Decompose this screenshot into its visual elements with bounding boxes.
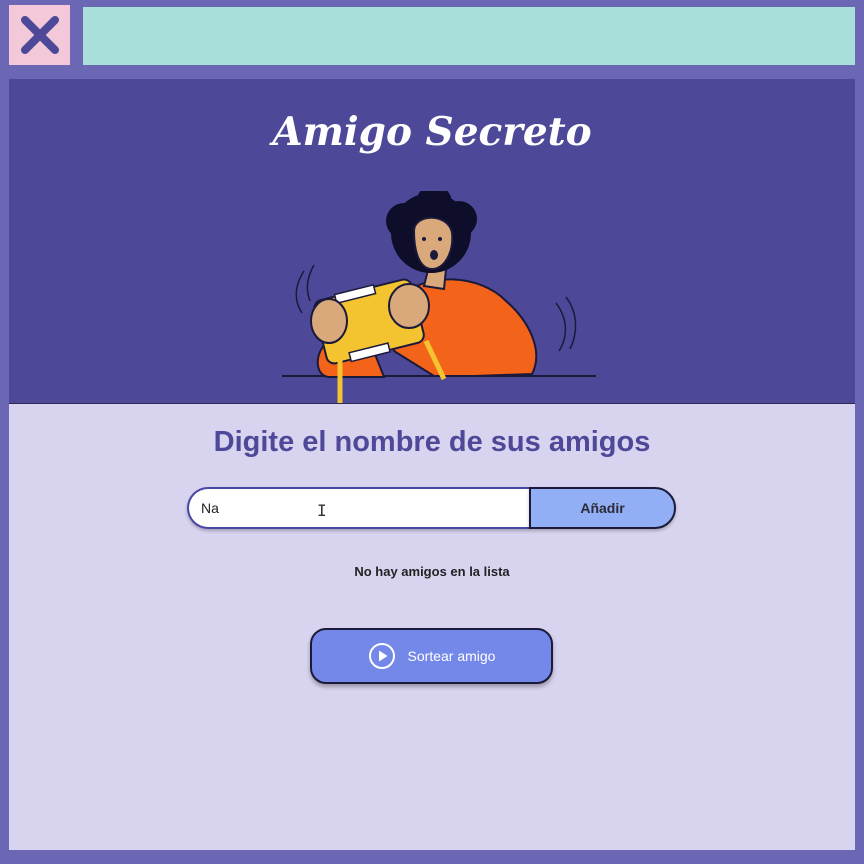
add-friend-button[interactable]: Añadir — [529, 487, 676, 529]
draw-button-label: Sortear amigo — [407, 648, 496, 664]
section-subtitle: Digite el nombre de sus amigos — [213, 426, 651, 458]
app-window: Amigo Secreto Digite el nombre de sus am… — [9, 79, 855, 850]
text-cursor-icon: I — [317, 501, 327, 520]
play-circle-icon — [368, 643, 395, 669]
person-gaming-illustration — [282, 191, 596, 403]
close-x-icon — [20, 16, 59, 54]
page-title: Amigo Secreto — [272, 109, 592, 155]
friend-name-input[interactable] — [187, 487, 529, 529]
draw-friend-button[interactable]: Sortear amigo — [310, 628, 553, 684]
friend-list-empty-message: No hay amigos en la lista — [354, 564, 510, 579]
top-bar — [83, 7, 855, 65]
close-button[interactable] — [9, 5, 70, 65]
header: Amigo Secreto — [9, 79, 855, 404]
